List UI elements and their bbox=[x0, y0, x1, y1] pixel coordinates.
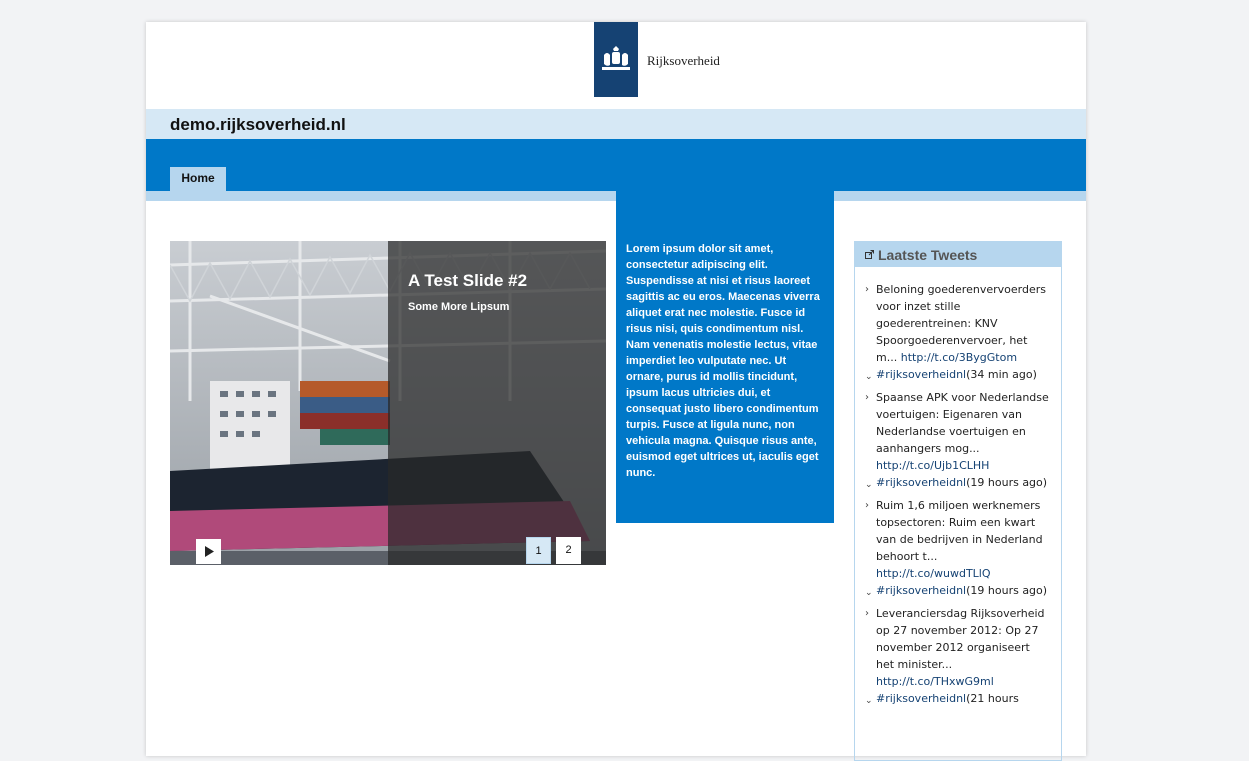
tweets-widget: Laatste Tweets › Beloning goederenvervoe… bbox=[854, 241, 1062, 761]
tweet-item: › Ruim 1,6 miljoen werknemers topsectore… bbox=[865, 497, 1051, 599]
tweet-time: (19 hours ago) bbox=[966, 476, 1048, 489]
tweet-item: › Leveranciersdag Rijksoverheid op 27 no… bbox=[865, 605, 1051, 707]
tweet-text: Leveranciersdag Rijksoverheid op 27 nove… bbox=[876, 607, 1045, 671]
chevron-down-icon: ⌄ bbox=[865, 372, 873, 382]
chevron-right-icon: › bbox=[865, 608, 869, 619]
intro-text-block: Lorem ipsum dolor sit amet, consectetur … bbox=[616, 191, 834, 523]
rijksoverheid-logo[interactable] bbox=[594, 22, 638, 97]
tweet-hashtag[interactable]: #rijksoverheidnl bbox=[876, 368, 966, 381]
tweet-item: › Beloning goederenvervoerders voor inze… bbox=[865, 281, 1051, 383]
tweet-text: Spaanse APK voor Nederlandse voertuigen:… bbox=[876, 391, 1049, 455]
chevron-right-icon: › bbox=[865, 284, 869, 295]
site-title[interactable]: demo.rijksoverheid.nl bbox=[170, 115, 346, 135]
tweet-time: (19 hours ago) bbox=[966, 584, 1048, 597]
tweet-list: › Beloning goederenvervoerders voor inze… bbox=[855, 267, 1061, 707]
tweet-link[interactable]: http://t.co/THxwG9ml bbox=[876, 675, 994, 688]
tweet-item: › Spaanse APK voor Nederlandse voertuige… bbox=[865, 389, 1051, 491]
main-navigation bbox=[146, 139, 1086, 191]
tweet-text: Ruim 1,6 miljoen werknemers topsectoren:… bbox=[876, 499, 1043, 563]
external-link-icon bbox=[865, 250, 874, 259]
nav-tab-home[interactable]: Home bbox=[170, 167, 226, 191]
tweet-link[interactable]: http://t.co/Ujb1CLHH bbox=[876, 459, 989, 472]
tweet-time: (34 min ago) bbox=[966, 368, 1037, 381]
tweet-link[interactable]: http://t.co/wuwdTLlQ bbox=[876, 567, 991, 580]
chevron-down-icon: ⌄ bbox=[865, 696, 873, 706]
tweets-title: Laatste Tweets bbox=[878, 246, 978, 263]
slide-page-2[interactable]: 2 bbox=[556, 537, 581, 564]
tweets-header: Laatste Tweets bbox=[855, 242, 1061, 267]
chevron-down-icon: ⌄ bbox=[865, 480, 873, 490]
tweet-hashtag[interactable]: #rijksoverheidnl bbox=[876, 584, 966, 597]
slide-page-1[interactable]: 1 bbox=[526, 537, 551, 564]
chevron-right-icon: › bbox=[865, 392, 869, 403]
slide-title: A Test Slide #2 bbox=[408, 271, 528, 290]
tweet-hashtag[interactable]: #rijksoverheidnl bbox=[876, 692, 966, 705]
slide-subtitle: Some More Lipsum bbox=[408, 301, 510, 313]
chevron-down-icon: ⌄ bbox=[865, 588, 873, 598]
play-button[interactable] bbox=[196, 539, 221, 564]
image-slider[interactable]: A Test Slide #2 Some More Lipsum 1 2 bbox=[170, 241, 606, 565]
tweet-time: (21 hours bbox=[966, 692, 1019, 705]
logo-text: Rijksoverheid bbox=[647, 53, 720, 68]
slide-caption-panel: A Test Slide #2 Some More Lipsum bbox=[388, 241, 606, 565]
tweet-hashtag[interactable]: #rijksoverheidnl bbox=[876, 476, 966, 489]
page-container: Rijksoverheid demo.rijksoverheid.nl Home bbox=[146, 22, 1086, 761]
coat-of-arms-icon bbox=[602, 45, 630, 70]
intro-text: Lorem ipsum dolor sit amet, consectetur … bbox=[626, 243, 820, 479]
play-icon bbox=[204, 546, 214, 557]
site-title-bar: demo.rijksoverheid.nl bbox=[146, 109, 1086, 139]
tweet-link[interactable]: http://t.co/3BygGtom bbox=[901, 351, 1017, 364]
chevron-right-icon: › bbox=[865, 500, 869, 511]
